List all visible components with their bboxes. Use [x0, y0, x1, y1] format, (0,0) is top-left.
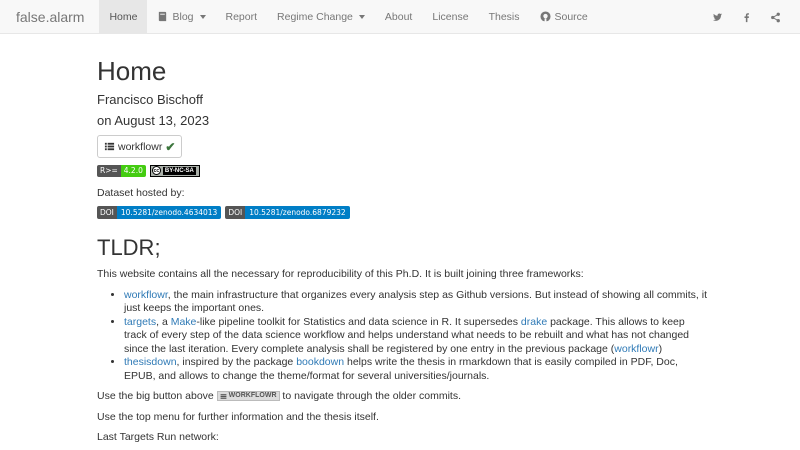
frameworks-list: workflowr, the main infrastructure that …	[97, 289, 707, 384]
doi-badge-1-label: DOI	[97, 206, 117, 219]
list-item-text: )	[658, 342, 663, 355]
nav-report-label: Report	[225, 10, 258, 23]
checkmark-icon: ✔	[165, 139, 176, 154]
targets-link[interactable]: targets	[124, 316, 156, 328]
github-icon	[539, 11, 551, 22]
nav-thesis[interactable]: Thesis	[479, 0, 530, 34]
doi-badge-1-value: 10.5281/zenodo.4634013	[116, 206, 222, 219]
intro-text: This website contains all the necessary …	[97, 268, 584, 280]
workflowr-button[interactable]: workflowr ✔	[97, 135, 183, 158]
use-button-pre: Use the big button above	[97, 390, 217, 402]
twitter-icon	[712, 12, 723, 21]
r-version-label: R>=	[97, 164, 121, 177]
license-badge[interactable]: cc BY-NC-SA	[149, 164, 200, 177]
inline-workflowr-badge: WORKFLOWR	[216, 391, 280, 402]
share-icon	[771, 12, 780, 22]
nav-blog-label: Blog	[172, 10, 194, 23]
nav-menu: Home Blog Report Regime Change About Lic…	[99, 0, 597, 34]
workflowr-link-2[interactable]: workflowr	[614, 343, 658, 355]
workflowr-link[interactable]: workflowr	[124, 289, 168, 301]
list-item: workflowr, the main infrastructure that …	[124, 289, 707, 316]
badge-row: R>= 4.2.0 cc BY-NC-SA	[97, 164, 707, 177]
page-date: on August 13, 2023	[97, 113, 210, 128]
nav-report[interactable]: Report	[216, 0, 268, 34]
doi-badge-2-value: 10.5281/zenodo.6879232	[245, 206, 350, 219]
brand-link[interactable]: false.alarm	[0, 0, 99, 34]
thesisdown-link[interactable]: thesisdown	[124, 356, 177, 368]
make-link[interactable]: Make	[171, 316, 197, 328]
last-run-text: Last Targets Run network:	[97, 431, 219, 443]
use-button-text: Use the big button above WORKFLOWR to na…	[97, 389, 707, 404]
list-item-text: , the main infrastructure that organizes…	[124, 288, 708, 315]
page-author: Francisco Bischoff	[97, 92, 203, 107]
doi-badge-2[interactable]: DOI 10.5281/zenodo.6879232	[225, 206, 350, 219]
r-version-value: 4.2.0	[120, 164, 146, 177]
r-version-badge[interactable]: R>= 4.2.0	[97, 164, 146, 177]
nav-about[interactable]: About	[375, 0, 422, 34]
chevron-down-icon	[358, 14, 365, 19]
top-navbar: false.alarm Home Blog Report Regime Chan…	[0, 0, 800, 34]
workflowr-button-label: workflowr	[118, 140, 163, 153]
drake-link[interactable]: drake	[521, 316, 547, 328]
nav-blog[interactable]: Blog	[147, 0, 215, 34]
twitter-link[interactable]	[703, 0, 732, 34]
inline-badge-label: WORKFLOWR	[228, 391, 277, 399]
page-title: Home	[97, 56, 167, 86]
main-content: Home Francisco Bischoff on August 13, 20…	[97, 34, 707, 445]
list-item-text: -like pipeline toolkit for Statistics an…	[196, 315, 521, 328]
use-button-post: to navigate through the older commits.	[279, 390, 462, 402]
social-links	[703, 0, 790, 34]
tldr-heading: TLDR;	[97, 235, 161, 260]
nav-about-label: About	[384, 10, 413, 23]
dataset-label: Dataset hosted by:	[97, 187, 185, 199]
doi-badge-2-label: DOI	[225, 206, 246, 219]
facebook-icon	[744, 12, 749, 22]
nav-home-label: Home	[109, 10, 138, 23]
doi-badge-1[interactable]: DOI 10.5281/zenodo.4634013	[97, 206, 222, 219]
nav-regime-change-label: Regime Change	[277, 10, 353, 23]
nav-thesis-label: Thesis	[488, 10, 520, 23]
list-icon	[220, 393, 227, 399]
nav-license[interactable]: License	[422, 0, 478, 34]
nav-source-label: Source	[554, 10, 588, 23]
share-link[interactable]	[761, 0, 790, 34]
list-item: targets, a Make-like pipeline toolkit fo…	[124, 316, 707, 357]
top-menu-text: Use the top menu for further information…	[97, 410, 379, 423]
nav-source[interactable]: Source	[530, 0, 598, 34]
doi-badges: DOI 10.5281/zenodo.4634013 DOI 10.5281/z…	[97, 206, 707, 219]
book-icon	[159, 11, 167, 22]
license-text: BY-NC-SA	[162, 166, 196, 175]
list-icon	[104, 142, 115, 151]
bookdown-link[interactable]: bookdown	[296, 356, 344, 368]
facebook-link[interactable]	[732, 0, 761, 34]
list-item-text: , a	[156, 315, 171, 328]
nav-regime-change[interactable]: Regime Change	[267, 0, 375, 34]
chevron-down-icon	[199, 14, 206, 19]
nav-license-label: License	[432, 10, 469, 23]
nav-home[interactable]: Home	[99, 0, 148, 34]
cc-icon: cc	[151, 166, 161, 175]
list-item-text: , inspired by the package	[176, 356, 297, 368]
list-item: thesisdown, inspired by the package book…	[124, 356, 707, 383]
